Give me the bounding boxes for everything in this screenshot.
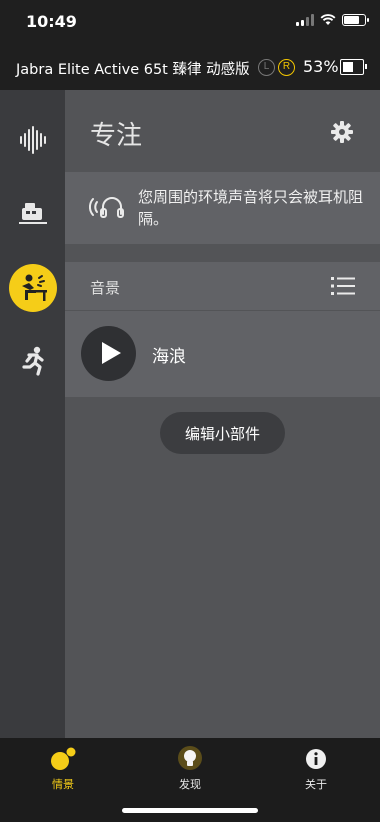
info-text: 您周围的环境声音将只会被耳机阻隔。	[138, 188, 364, 228]
right-earbud-badge: R	[278, 59, 295, 76]
edit-widget-button[interactable]: 编辑小部件	[160, 412, 285, 454]
sidebar-item-running[interactable]	[9, 337, 57, 385]
left-earbud-badge: L	[258, 59, 275, 76]
moments-sidebar	[0, 90, 65, 738]
status-icons	[296, 14, 369, 26]
moments-icon	[51, 747, 76, 770]
home-indicator[interactable]	[122, 808, 258, 813]
list-icon[interactable]	[331, 276, 355, 296]
soundwave-icon	[20, 126, 46, 154]
soundscape-name: 海浪	[152, 347, 186, 367]
device-battery-percent: 53%	[303, 57, 339, 76]
earbud-status: L R	[258, 59, 295, 76]
page-title: 专注	[90, 121, 143, 151]
soundscape-label: 音景	[90, 279, 121, 297]
wifi-icon	[320, 14, 336, 25]
sidebar-item-soundwave[interactable]	[9, 116, 57, 164]
tab-about[interactable]: 关于	[276, 746, 356, 792]
phone-battery-icon	[342, 14, 369, 26]
tab-moments-label: 情景	[52, 778, 74, 791]
status-bar: 10:49	[0, 0, 380, 46]
device-name: Jabra Elite Active 65t 臻律 动感版	[16, 62, 250, 78]
hearthrough-info-card: 您周围的环境声音将只会被耳机阻隔。	[65, 172, 380, 244]
tab-discover[interactable]: 发现	[150, 746, 230, 792]
device-battery-icon	[340, 59, 367, 75]
focus-icon	[22, 274, 47, 301]
device-header[interactable]: Jabra Elite Active 65t 臻律 动感版 L R 53%	[0, 46, 380, 90]
soundscape-header: 音景	[65, 262, 380, 310]
moment-panel: 专注 您周围的环境声音将只会被耳机阻隔。 音景 海浪 编辑小部件	[65, 90, 380, 738]
info-icon	[306, 749, 326, 769]
ambient-headphone-icon	[89, 197, 124, 218]
running-icon	[22, 346, 44, 376]
discover-icon	[178, 746, 202, 770]
sidebar-item-commute[interactable]	[9, 190, 57, 238]
soundscape-row[interactable]: 海浪	[65, 311, 380, 397]
tab-about-label: 关于	[305, 778, 327, 791]
gear-icon[interactable]	[330, 120, 354, 144]
play-button[interactable]	[81, 326, 136, 381]
sidebar-item-focus[interactable]	[9, 264, 57, 312]
tab-discover-label: 发现	[179, 778, 201, 791]
status-time: 10:49	[26, 12, 77, 31]
tab-moments[interactable]: 情景	[23, 746, 103, 792]
cellular-signal-icon	[296, 14, 314, 26]
commute-icon	[19, 203, 47, 224]
